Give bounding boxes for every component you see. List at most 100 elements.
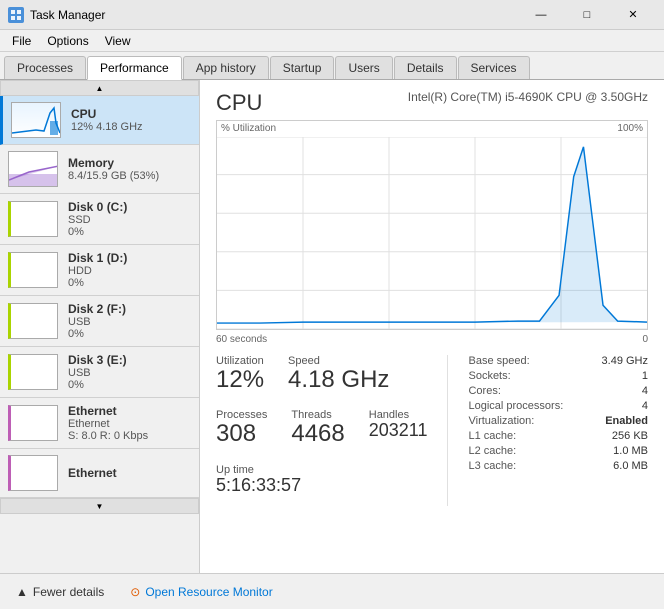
window-title: Task Manager: [30, 8, 105, 22]
processes-threads-handles-row: Processes 308 Threads 4468 Handles 20321…: [216, 409, 427, 457]
disk1-info: Disk 1 (D:) HDD 0%: [68, 251, 191, 289]
disk2-usage: 0%: [68, 328, 191, 340]
cpu-name: CPU: [71, 107, 191, 121]
base-speed-value: 3.49 GHz: [602, 355, 648, 367]
maximize-button[interactable]: □: [564, 0, 610, 30]
uptime-value: 5:16:33:57: [216, 476, 427, 496]
disk3-name: Disk 3 (E:): [68, 353, 191, 367]
menu-file[interactable]: File: [4, 32, 39, 50]
disk2-info: Disk 2 (F:) USB 0%: [68, 302, 191, 340]
disk1-thumbnail: [8, 252, 58, 288]
sidebar-item-disk0[interactable]: Disk 0 (C:) SSD 0%: [0, 194, 199, 245]
eth0-thumbnail: [8, 405, 58, 441]
minimize-button[interactable]: —: [518, 0, 564, 30]
bottom-bar: ▲ Fewer details ⊙ Open Resource Monitor: [0, 573, 664, 609]
speed-value: 4.18 GHz: [288, 367, 389, 393]
base-speed-label: Base speed:: [468, 355, 529, 367]
memory-info: Memory 8.4/15.9 GB (53%): [68, 156, 191, 182]
sidebar-item-disk1[interactable]: Disk 1 (D:) HDD 0%: [0, 245, 199, 296]
tab-apphistory[interactable]: App history: [183, 56, 269, 79]
eth0-name: Ethernet: [68, 404, 191, 418]
l2cache-value: 1.0 MB: [613, 445, 648, 457]
virtualization-value: Enabled: [605, 415, 648, 427]
l3cache-row: L3 cache: 6.0 MB: [468, 460, 648, 472]
l2cache-label: L2 cache:: [468, 445, 516, 457]
stats-section: Utilization 12% Speed 4.18 GHz Processes…: [216, 355, 648, 506]
eth0-info: Ethernet Ethernet S: 8.0 R: 0 Kbps: [68, 404, 191, 442]
l3cache-label: L3 cache:: [468, 460, 516, 472]
cores-label: Cores:: [468, 385, 500, 397]
sockets-row: Sockets: 1: [468, 370, 648, 382]
sidebar-item-memory[interactable]: Memory 8.4/15.9 GB (53%): [0, 145, 199, 194]
memory-thumbnail: [8, 151, 58, 187]
eth0-speed: S: 8.0 R: 0 Kbps: [68, 430, 191, 442]
menu-options[interactable]: Options: [39, 32, 96, 50]
l1cache-value: 256 KB: [612, 430, 648, 442]
chart-label-utilization: % Utilization: [221, 123, 276, 134]
sockets-label: Sockets:: [468, 370, 510, 382]
l1cache-label: L1 cache:: [468, 430, 516, 442]
disk3-thumbnail: [8, 354, 58, 390]
memory-name: Memory: [68, 156, 191, 170]
close-button[interactable]: ✕: [610, 0, 656, 30]
main-content: ▲ CPU 12% 4.18 GHz Memory 8.4/15.9: [0, 80, 664, 573]
chart-zero-label: 0: [642, 334, 648, 345]
fewer-details-button[interactable]: ▲ Fewer details: [10, 581, 110, 603]
disk2-name: Disk 2 (F:): [68, 302, 191, 316]
sidebar-item-disk3[interactable]: Disk 3 (E:) USB 0%: [0, 347, 199, 398]
sidebar-item-eth0[interactable]: Ethernet Ethernet S: 8.0 R: 0 Kbps: [0, 398, 199, 449]
cpu-thumbnail: [11, 102, 61, 138]
l3cache-value: 6.0 MB: [613, 460, 648, 472]
virtualization-label: Virtualization:: [468, 415, 534, 427]
chart-label-100: 100%: [617, 123, 643, 134]
disk0-usage: 0%: [68, 226, 191, 238]
uptime-label: Up time: [216, 464, 427, 476]
tab-users[interactable]: Users: [335, 56, 392, 79]
cpu-chart: % Utilization 100%: [216, 120, 648, 330]
chart-bottom-labels: 60 seconds 0: [216, 334, 648, 345]
info-table: Base speed: 3.49 GHz Sockets: 1 Cores: 4…: [468, 355, 648, 472]
threads-value: 4468: [291, 421, 344, 447]
threads-stat: Threads 4468: [291, 409, 344, 447]
chart-grid: [217, 137, 647, 329]
cores-value: 4: [642, 385, 648, 397]
open-resource-monitor-link[interactable]: ⊙ Open Resource Monitor: [130, 585, 272, 599]
disk3-usage: 0%: [68, 379, 191, 391]
tab-performance[interactable]: Performance: [87, 56, 182, 80]
uptime-stat: Up time 5:16:33:57: [216, 464, 427, 496]
window-controls: — □ ✕: [518, 0, 656, 30]
l1cache-row: L1 cache: 256 KB: [468, 430, 648, 442]
tab-details[interactable]: Details: [394, 56, 457, 79]
handles-value: 203211: [369, 421, 428, 441]
tab-startup[interactable]: Startup: [270, 56, 335, 79]
stats-left: Utilization 12% Speed 4.18 GHz Processes…: [216, 355, 447, 506]
processes-value: 308: [216, 421, 267, 447]
sidebar-item-cpu[interactable]: CPU 12% 4.18 GHz: [0, 96, 199, 145]
virtualization-row: Virtualization: Enabled: [468, 415, 648, 427]
disk2-type: USB: [68, 316, 191, 328]
scroll-up-btn[interactable]: ▲: [0, 80, 199, 96]
tab-services[interactable]: Services: [458, 56, 530, 79]
l2cache-row: L2 cache: 1.0 MB: [468, 445, 648, 457]
cpu-detail: 12% 4.18 GHz: [71, 121, 191, 133]
disk3-info: Disk 3 (E:) USB 0%: [68, 353, 191, 391]
tab-processes[interactable]: Processes: [4, 56, 86, 79]
logical-processors-row: Logical processors: 4: [468, 400, 648, 412]
cores-row: Cores: 4: [468, 385, 648, 397]
sidebar-item-disk2[interactable]: Disk 2 (F:) USB 0%: [0, 296, 199, 347]
cpu-panel: CPU Intel(R) Core(TM) i5-4690K CPU @ 3.5…: [200, 80, 664, 573]
tab-bar: Processes Performance App history Startu…: [0, 52, 664, 80]
scroll-down-btn[interactable]: ▼: [0, 498, 199, 514]
menu-view[interactable]: View: [97, 32, 139, 50]
sidebar-item-eth1[interactable]: Ethernet: [0, 449, 199, 498]
title-bar: Task Manager — □ ✕: [0, 0, 664, 30]
logical-processors-label: Logical processors:: [468, 400, 563, 412]
cpu-subtitle: Intel(R) Core(TM) i5-4690K CPU @ 3.50GHz: [408, 90, 648, 104]
disk1-name: Disk 1 (D:): [68, 251, 191, 265]
disk1-type: HDD: [68, 265, 191, 277]
sidebar[interactable]: ▲ CPU 12% 4.18 GHz Memory 8.4/15.9: [0, 80, 200, 573]
eth1-info: Ethernet: [68, 466, 191, 480]
utilization-stat: Utilization 12%: [216, 355, 264, 393]
disk2-thumbnail: [8, 303, 58, 339]
disk0-name: Disk 0 (C:): [68, 200, 191, 214]
